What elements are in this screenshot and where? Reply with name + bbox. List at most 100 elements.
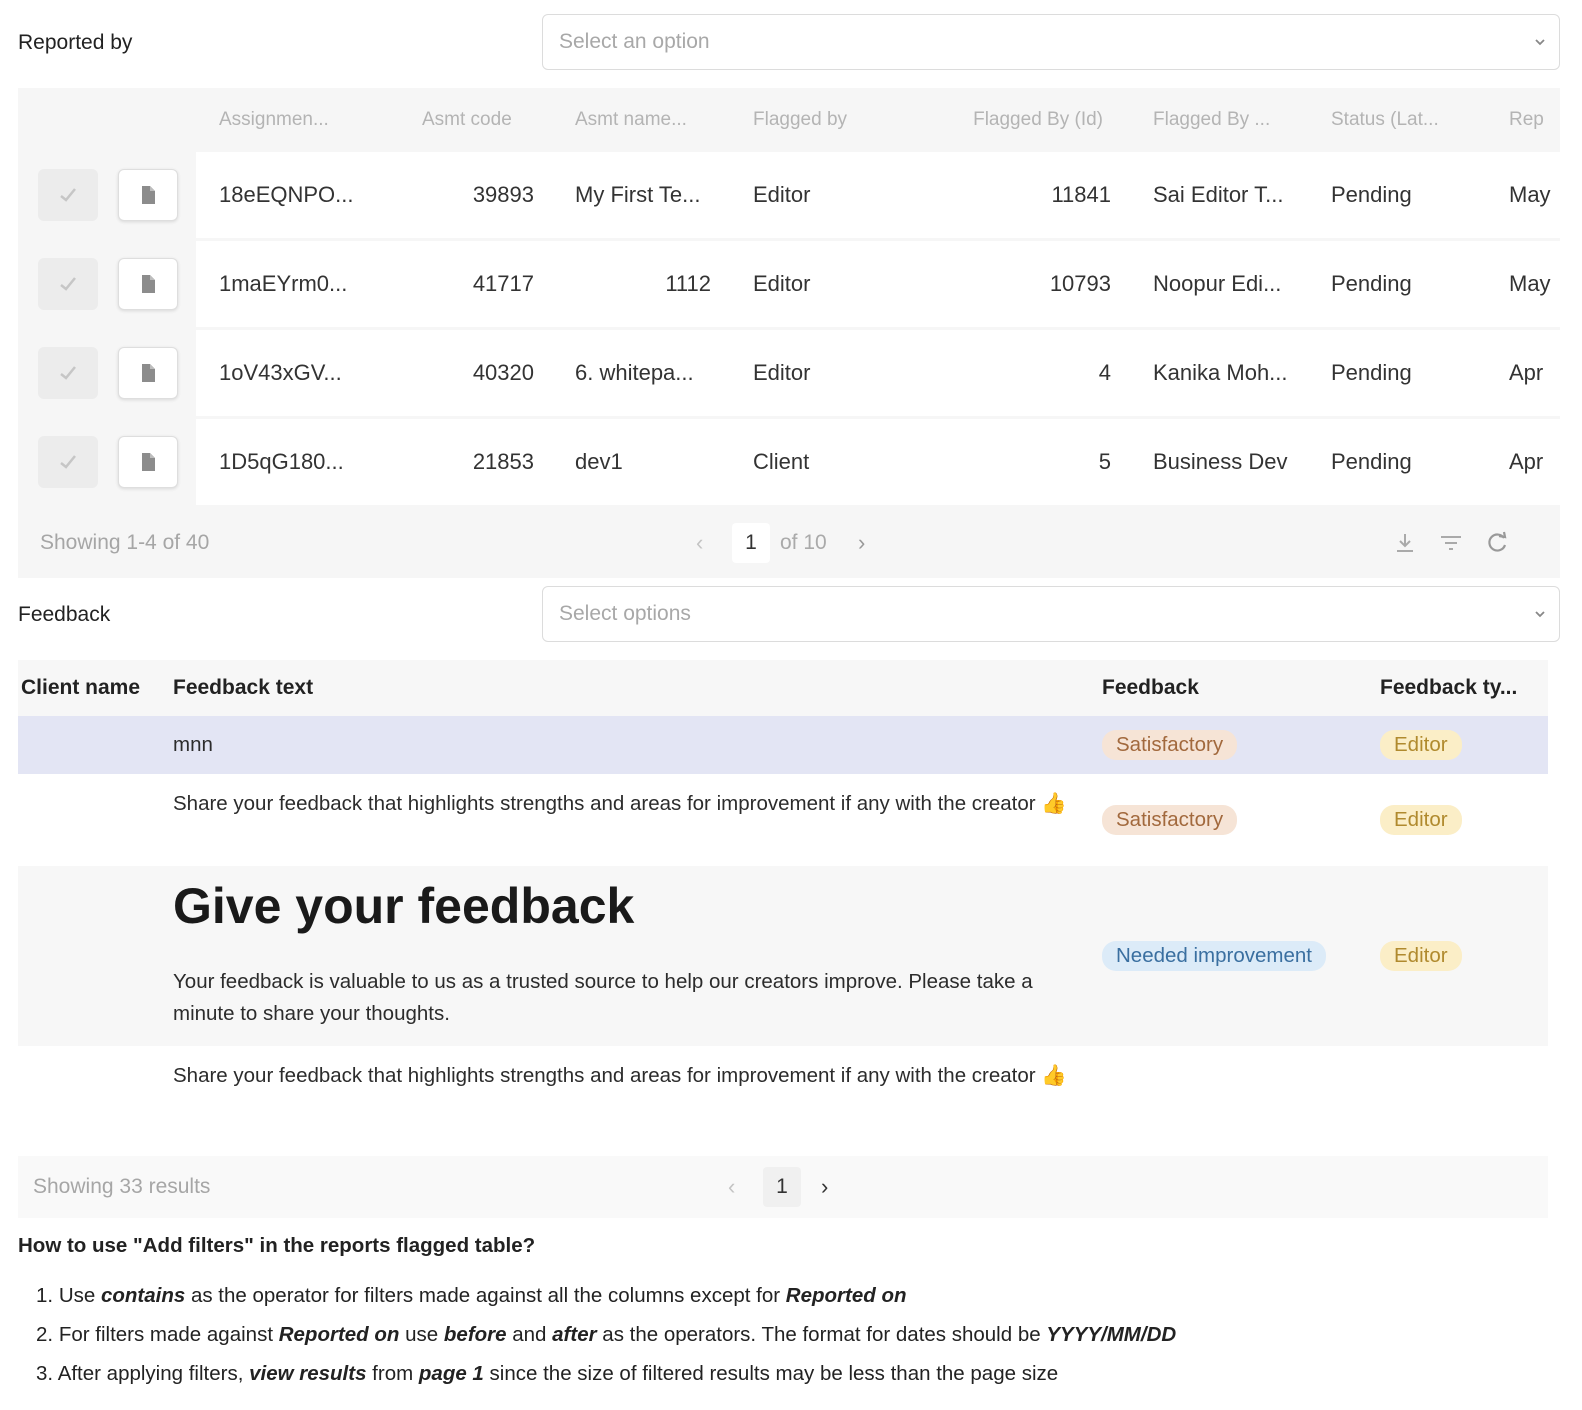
approve-button[interactable] xyxy=(38,436,98,488)
feedback-placeholder: Select options xyxy=(559,602,691,625)
feedback-text: Share your feedback that highlights stre… xyxy=(173,1060,1073,1092)
view-report-button[interactable] xyxy=(118,436,178,488)
cell-reported: May xyxy=(1509,271,1551,296)
feedback-text: Share your feedback that highlights stre… xyxy=(173,788,1073,820)
cell-flagged-by: Editor xyxy=(753,271,811,296)
document-icon xyxy=(142,453,155,471)
feedback-badge: Needed improvement xyxy=(1102,941,1326,971)
col-flagged-by-id[interactable]: Flagged By (Id) xyxy=(953,109,1103,131)
download-icon[interactable] xyxy=(1392,530,1418,556)
check-icon xyxy=(60,277,76,291)
cell-asmt-name: 6. whitepa... xyxy=(575,360,694,385)
col-feedback-text[interactable]: Feedback text xyxy=(173,676,313,700)
help-emphasis: page 1 xyxy=(418,1362,484,1385)
cell-flagged-by: Editor xyxy=(753,182,811,207)
row-actions xyxy=(18,330,196,416)
col-flagged-by-name[interactable]: Flagged By ... xyxy=(1153,109,1293,131)
cell-asmt-name: dev1 xyxy=(575,449,623,474)
cell-flagged-by: Client xyxy=(753,449,810,474)
document-icon xyxy=(142,364,155,382)
table-row: 1D5qG180... 21853 dev1 Client 5 Business… xyxy=(18,419,1560,505)
row-actions xyxy=(18,419,196,505)
table-row[interactable]: Share your feedback that highlights stre… xyxy=(18,774,1548,866)
feedback-table-header: Client name Feedback text Feedback Feedb… xyxy=(18,660,1548,716)
col-status[interactable]: Status (Lat... xyxy=(1331,109,1471,131)
help-item: 1. Use contains as the operator for filt… xyxy=(18,1276,1548,1315)
cell-flagged-by-name: Kanika Moh... xyxy=(1153,360,1288,385)
feedback-badge: Satisfactory xyxy=(1102,730,1238,760)
approve-button[interactable] xyxy=(38,169,98,221)
cell-assignment: 1maEYrm0... xyxy=(219,271,348,296)
help-item-number: 2. xyxy=(36,1323,54,1346)
table-row: 18eEQNPO... 39893 My First Te... Editor … xyxy=(18,152,1560,238)
view-report-button[interactable] xyxy=(118,258,178,310)
reported-by-select[interactable]: Select an option xyxy=(542,14,1560,70)
feedback-text-content: Share your feedback that highlights stre… xyxy=(173,792,1036,815)
help-item-number: 3. xyxy=(36,1362,54,1385)
help-text: use xyxy=(399,1323,444,1346)
col-assignment[interactable]: Assignmen... xyxy=(219,109,359,131)
page-number-input[interactable]: 1 xyxy=(732,523,770,563)
check-icon xyxy=(60,366,76,380)
table-row[interactable]: Share your feedback that highlights stre… xyxy=(18,1046,1548,1138)
approve-button[interactable] xyxy=(38,258,98,310)
cell-asmt-name: 1112 xyxy=(665,271,711,296)
col-flagged-by[interactable]: Flagged by xyxy=(753,109,893,131)
chevron-left-icon[interactable]: ‹ xyxy=(728,1174,735,1200)
cell-flagged-by-id: 10793 xyxy=(1049,271,1111,296)
check-icon xyxy=(60,455,76,469)
chevron-down-icon xyxy=(1535,39,1545,46)
col-feedback[interactable]: Feedback xyxy=(1102,676,1199,700)
help-text: and xyxy=(506,1323,553,1346)
feedback-text: mnn xyxy=(173,733,213,756)
help-emphasis: after xyxy=(552,1323,597,1346)
table-row[interactable]: mnn Satisfactory Editor xyxy=(18,716,1548,774)
cell-reported: May xyxy=(1509,182,1551,207)
refresh-icon[interactable] xyxy=(1484,530,1510,556)
flagged-table-footer: Showing 1-4 of 40 ‹ 1 of 10 › xyxy=(18,508,1560,578)
cell-assignment: 1D5qG180... xyxy=(219,449,344,474)
help-emphasis: YYYY/MM/DD xyxy=(1046,1323,1177,1346)
table-row[interactable]: Give your feedback Your feedback is valu… xyxy=(18,866,1548,1046)
help-emphasis: contains xyxy=(100,1284,186,1307)
cell-flagged-by-id: 5 xyxy=(1098,449,1111,474)
feedback-select[interactable]: Select options xyxy=(542,586,1560,642)
reported-by-label: Reported by xyxy=(18,31,133,54)
cell-assignment: 18eEQNPO... xyxy=(219,182,354,207)
col-reported[interactable]: Rep xyxy=(1509,109,1560,131)
help-text: from xyxy=(366,1362,419,1385)
help-title: How to use "Add filters" in the reports … xyxy=(18,1234,536,1257)
feedback-table-footer: Showing 33 results ‹ 1 › xyxy=(18,1156,1548,1218)
page-number[interactable]: 1 xyxy=(763,1167,801,1207)
cell-flagged-by-id: 4 xyxy=(1098,360,1111,385)
approve-button[interactable] xyxy=(38,347,98,399)
view-report-button[interactable] xyxy=(118,347,178,399)
col-client-name[interactable]: Client name xyxy=(21,676,140,700)
cell-assignment: 1oV43xGV... xyxy=(219,360,342,385)
document-icon xyxy=(142,275,155,293)
help-text: since the size of filtered results may b… xyxy=(483,1362,1059,1385)
help-list: 1. Use contains as the operator for filt… xyxy=(18,1276,1548,1393)
row-actions xyxy=(18,152,196,238)
thumbs-up-icon: 👍 xyxy=(1041,792,1067,815)
filter-help: How to use "Add filters" in the reports … xyxy=(18,1230,1548,1393)
table-row: 1oV43xGV... 40320 6. whitepa... Editor 4… xyxy=(18,330,1560,416)
chevron-right-icon[interactable]: › xyxy=(858,530,865,556)
col-asmt-name[interactable]: Asmt name... xyxy=(575,109,715,131)
cell-status: Pending xyxy=(1331,182,1412,207)
help-text: as the operators. The format for dates s… xyxy=(596,1323,1047,1346)
col-feedback-type[interactable]: Feedback ty... xyxy=(1380,676,1517,700)
help-text: After applying filters, xyxy=(57,1362,250,1385)
view-report-button[interactable] xyxy=(118,169,178,221)
filter-icon[interactable] xyxy=(1438,530,1464,556)
cell-asmt-code: 40320 xyxy=(472,360,534,385)
col-asmt-code[interactable]: Asmt code xyxy=(422,109,552,131)
flagged-table-header: Assignmen... Asmt code Asmt name... Flag… xyxy=(18,88,1560,152)
chevron-left-icon[interactable]: ‹ xyxy=(696,530,703,556)
cell-status: Pending xyxy=(1331,271,1412,296)
cell-reported: Apr xyxy=(1509,449,1544,474)
chevron-right-icon[interactable]: › xyxy=(821,1174,828,1200)
help-emphasis: view results xyxy=(249,1362,367,1385)
cell-flagged-by-id: 11841 xyxy=(1051,182,1111,207)
flagged-table: Assignmen... Asmt code Asmt name... Flag… xyxy=(18,88,1560,578)
